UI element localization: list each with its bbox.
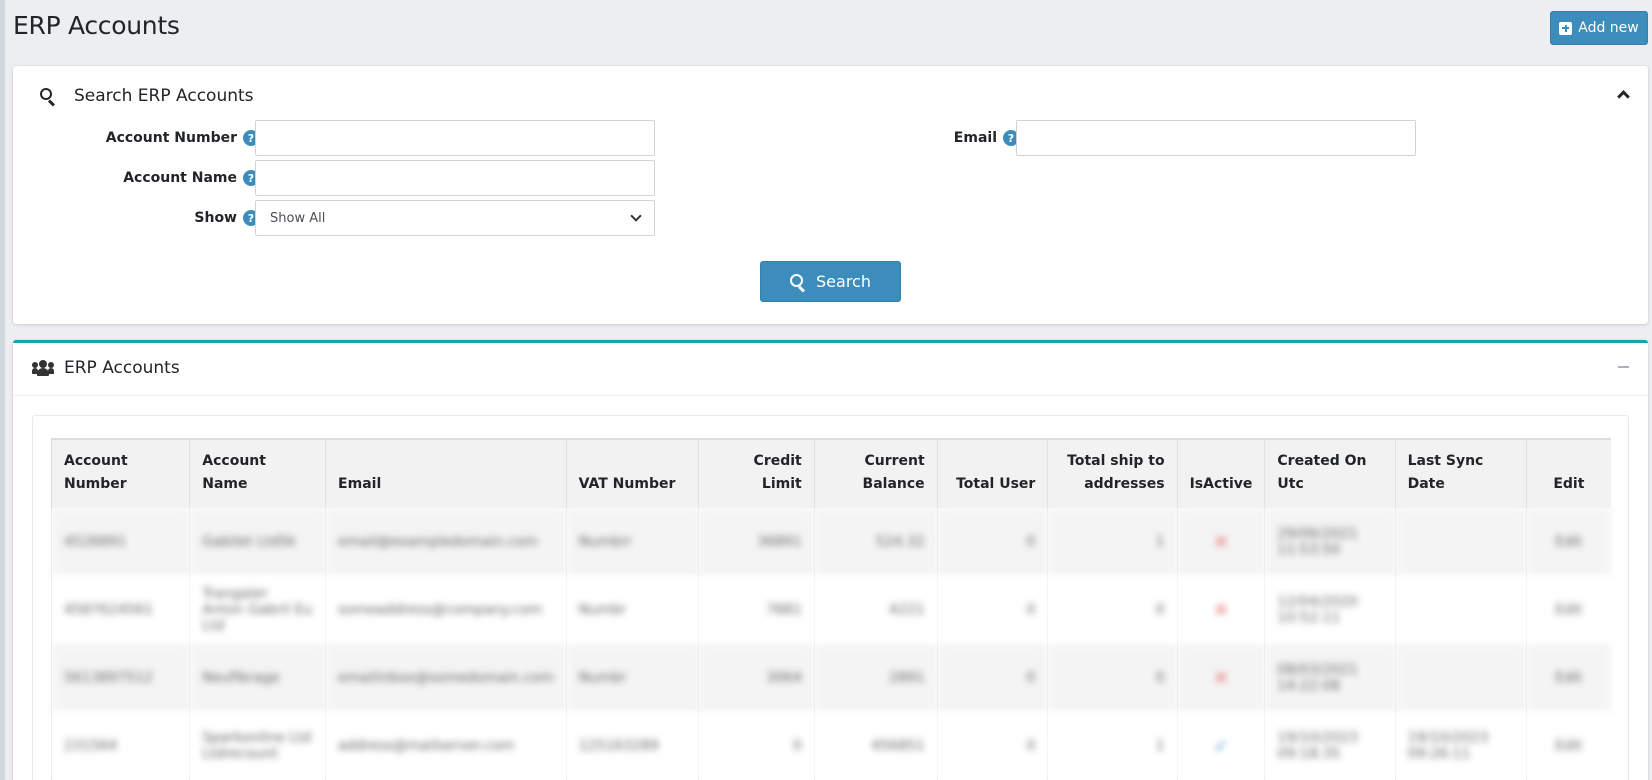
accounts-panel-header: ERP Accounts (32, 358, 180, 378)
cell-account-number: 231564 (50, 712, 190, 780)
col-edit: Edit (1525, 438, 1611, 508)
search-panel: Search ERP Accounts Account Number ? Acc… (13, 66, 1648, 324)
account-number-label-text: Account Number (105, 130, 237, 146)
cell-balance: 524.32 (813, 508, 938, 576)
cell-account-name: Sparkonline Ltd Ltdrecount (189, 712, 326, 780)
cell-account-number: 4526891 (50, 508, 190, 576)
col-vat-number[interactable]: VAT Number (565, 438, 699, 508)
show-select-value: Show All (270, 210, 326, 226)
search-panel-header[interactable]: Search ERP Accounts (40, 86, 254, 107)
edit-button[interactable]: Edit (1525, 644, 1611, 712)
page-title: ERP Accounts (13, 11, 180, 40)
edit-button[interactable]: Edit (1525, 576, 1611, 644)
account-number-label: Account Number ? (73, 124, 259, 152)
accounts-table: Account Number Account Name Email VAT Nu… (50, 438, 1611, 780)
cell-last-sync (1394, 508, 1527, 576)
cell-created: 08/03/2021 14:22:08 (1264, 644, 1396, 712)
show-select[interactable]: Show All (255, 200, 655, 236)
cell-last-sync: 19/10/2023 09:26:11 (1394, 712, 1527, 780)
cell-vat: Numbr (565, 644, 699, 712)
cell-total-user: 0 (936, 508, 1048, 576)
table-header-row: Account Number Account Name Email VAT Nu… (50, 438, 1611, 508)
collapse-minus-icon[interactable] (1618, 366, 1629, 368)
cell-credit-limit: 0 (697, 712, 815, 780)
cell-total-user: 0 (936, 644, 1048, 712)
col-account-name[interactable]: Account Name (189, 438, 326, 508)
table-row: 5613897512 Neufibrage emailinbox@somedom… (50, 644, 1611, 712)
cell-created: 29/06/2021 11:53:50 (1264, 508, 1396, 576)
left-edge (0, 0, 5, 780)
cell-credit-limit: 7881 (697, 576, 815, 644)
account-name-label: Account Name ? (73, 164, 259, 192)
edit-button[interactable]: Edit (1525, 508, 1611, 576)
cell-credit-limit: 3064 (697, 644, 815, 712)
edit-button[interactable]: Edit (1525, 712, 1611, 780)
account-name-label-text: Account Name (123, 170, 237, 186)
cell-created: 12/04/2020 10:52:11 (1264, 576, 1396, 644)
cell-account-number: 5613897512 (50, 644, 190, 712)
show-label-text: Show (194, 210, 237, 226)
cell-ship-to: 0 (1047, 644, 1178, 712)
col-current-balance[interactable]: Current Balance (813, 438, 938, 508)
cell-credit-limit: 36891 (697, 508, 815, 576)
cell-email: emailinbox@somedomain.com (325, 644, 567, 712)
cell-vat: Numbrr (565, 508, 699, 576)
table-row: 4587624561 Trangaler Anton Gabril Eu Ltd… (50, 576, 1611, 644)
email-input[interactable] (1016, 120, 1416, 156)
cell-last-sync (1394, 644, 1527, 712)
col-created-on[interactable]: Created On Utc (1264, 438, 1396, 508)
col-total-ship-to[interactable]: Total ship to addresses (1047, 438, 1178, 508)
panel-divider (13, 395, 1648, 396)
add-new-label: Add new (1578, 20, 1639, 36)
cell-account-name: Gabilet Ltd5k (189, 508, 326, 576)
account-name-input[interactable] (255, 160, 655, 196)
col-email[interactable]: Email (325, 438, 567, 508)
cell-email: address@mailserver.com (325, 712, 567, 780)
col-last-sync[interactable]: Last Sync Date (1394, 438, 1527, 508)
accounts-panel-title: ERP Accounts (64, 358, 180, 378)
search-icon (790, 273, 806, 293)
cell-account-number: 4587624561 (50, 576, 190, 644)
active-check-icon: ✓ (1176, 712, 1265, 780)
search-button[interactable]: Search (760, 261, 901, 302)
inactive-icon: ✕ (1176, 644, 1265, 712)
cell-email: email@exampledomain.com (325, 508, 567, 576)
col-credit-limit[interactable]: Credit Limit (697, 438, 815, 508)
search-button-label: Search (816, 272, 871, 291)
cell-ship-to: 1 (1047, 508, 1178, 576)
cell-balance: 456851 (813, 712, 938, 780)
col-total-user[interactable]: Total User (936, 438, 1048, 508)
table-row: 231564 Sparkonline Ltd Ltdrecount addres… (50, 712, 1611, 780)
table-row: 4526891 Gabilet Ltd5k email@exampledomai… (50, 508, 1611, 576)
cell-email: someaddress@company.com (325, 576, 567, 644)
cell-created: 19/10/2023 09:18:35 (1264, 712, 1396, 780)
email-label-text: Email (953, 130, 997, 146)
cell-balance: 2891 (813, 644, 938, 712)
account-number-input[interactable] (255, 120, 655, 156)
search-panel-title: Search ERP Accounts (74, 86, 254, 106)
col-account-number[interactable]: Account Number (50, 438, 190, 508)
cell-total-user: 0 (936, 712, 1048, 780)
cell-ship-to: 0 (1047, 576, 1178, 644)
cell-vat: 125163289 (565, 712, 699, 780)
chevron-up-icon[interactable] (1617, 90, 1630, 103)
cell-ship-to: 1 (1047, 712, 1178, 780)
cell-vat: Numbr (565, 576, 699, 644)
cell-account-name: Neufibrage (189, 644, 326, 712)
users-icon (32, 360, 54, 376)
chevron-down-icon (630, 210, 642, 222)
inactive-icon: ✕ (1176, 576, 1265, 644)
search-icon (40, 88, 56, 107)
cell-account-name: Trangaler Anton Gabril Eu Ltd (189, 576, 326, 644)
cell-total-user: 0 (936, 576, 1048, 644)
cell-last-sync (1394, 576, 1527, 644)
show-label: Show ? (73, 204, 259, 232)
cell-balance: 4221 (813, 576, 938, 644)
col-is-active[interactable]: IsActive (1176, 438, 1265, 508)
plus-square-icon (1559, 21, 1573, 35)
email-label: Email ? (833, 124, 1019, 152)
add-new-button[interactable]: Add new (1550, 11, 1648, 45)
inactive-icon: ✕ (1176, 508, 1265, 576)
